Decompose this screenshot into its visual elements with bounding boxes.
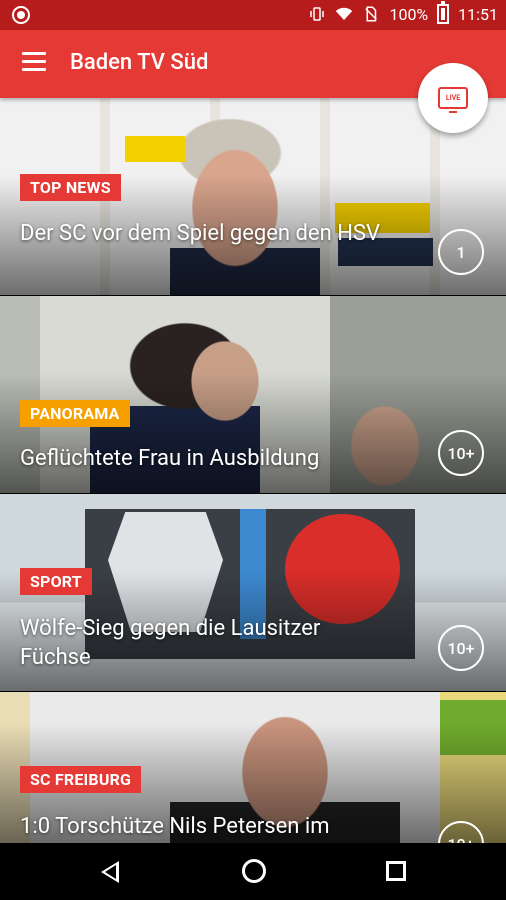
sponsor-board xyxy=(125,136,185,162)
news-headline: Der SC vor dem Spiel gegen den HSV xyxy=(20,221,380,246)
no-sim-icon xyxy=(365,6,378,22)
comment-count-badge: 10+ xyxy=(438,430,484,476)
live-button[interactable]: LIVE xyxy=(418,63,488,133)
status-bar: 100% 11:51 xyxy=(0,0,506,30)
record-icon xyxy=(12,6,30,24)
battery-percent: 100% xyxy=(389,4,429,24)
category-tag: SC FREIBURG xyxy=(20,766,142,793)
category-tag: TOP NEWS xyxy=(20,174,121,201)
battery-icon xyxy=(437,1,450,24)
news-card[interactable]: TOP NEWS Der SC vor dem Spiel gegen den … xyxy=(0,98,506,295)
clock: 11:51 xyxy=(458,4,498,24)
back-icon[interactable] xyxy=(101,861,119,883)
navigation-bar xyxy=(0,843,506,900)
recent-apps-icon[interactable] xyxy=(386,861,406,881)
home-icon[interactable] xyxy=(242,859,266,883)
menu-icon[interactable] xyxy=(22,52,46,71)
news-card[interactable]: PANORAMA Geflüchtete Frau in Ausbildung … xyxy=(0,296,506,493)
news-headline: Wölfe-Sieg gegen die Lausitzer Füchse xyxy=(20,616,321,670)
wifi-icon xyxy=(336,7,353,20)
page-title: Baden TV Süd xyxy=(70,50,209,75)
category-tag: PANORAMA xyxy=(20,400,130,427)
comment-count-badge: 1 xyxy=(438,229,484,275)
news-headline: 1:0 Torschütze Nils Petersen im xyxy=(20,814,330,839)
news-card[interactable]: SPORT Wölfe-Sieg gegen die Lausitzer Füc… xyxy=(0,494,506,691)
news-headline: Geflüchtete Frau in Ausbildung xyxy=(20,446,320,471)
category-tag: SPORT xyxy=(20,568,92,595)
news-card[interactable]: SC FREIBURG 1:0 Torschütze Nils Petersen… xyxy=(0,692,506,843)
comment-count-badge: 10+ xyxy=(438,625,484,671)
vibrate-icon xyxy=(310,7,325,21)
live-tv-icon: LIVE xyxy=(438,87,468,113)
